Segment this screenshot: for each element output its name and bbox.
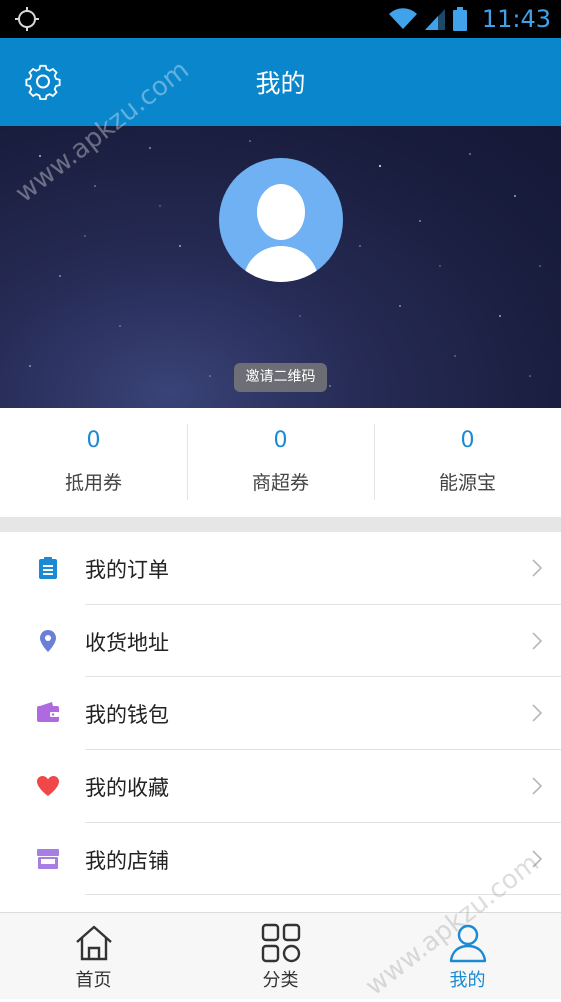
- location-pin-icon: [40, 629, 56, 652]
- tab-mine[interactable]: 我的: [374, 913, 561, 999]
- tab-label: 我的: [449, 970, 486, 991]
- menu-item-label: 我的订单: [85, 558, 169, 582]
- bottom-tab-bar: 首页 分类 我的: [0, 912, 561, 999]
- chevron-right-icon: [532, 704, 543, 722]
- chevron-right-icon: [532, 777, 543, 795]
- tab-category[interactable]: 分类: [187, 913, 374, 999]
- grid-icon: [261, 923, 301, 963]
- menu-list: 我的订单 收货地址 我的钱包 我的收藏 我的店铺: [0, 532, 561, 896]
- wallet-icon: [37, 702, 59, 723]
- app-header: 我的: [0, 38, 561, 126]
- menu-item-label: 我的钱包: [85, 703, 169, 728]
- home-icon: [76, 925, 112, 961]
- stat-coupon[interactable]: 0 抵用券: [0, 408, 187, 517]
- tab-label: 分类: [262, 970, 299, 991]
- page-title: 我的: [255, 69, 306, 98]
- stat-label: 抵用券: [64, 472, 122, 494]
- chevron-right-icon: [532, 850, 543, 868]
- status-bar: 11:43: [0, 0, 561, 38]
- stat-value: 0: [460, 428, 475, 453]
- heart-icon: [37, 776, 59, 797]
- stat-supermarket-coupon[interactable]: 0 商超券: [187, 408, 374, 517]
- location-icon: [15, 7, 39, 31]
- profile-banner: 邀请二维码: [0, 126, 561, 408]
- clipboard-icon: [39, 557, 57, 579]
- clock: 11:43: [481, 5, 551, 33]
- stats-row: 0 抵用券 0 商超券 0 能源宝: [0, 408, 561, 517]
- chevron-right-icon: [532, 632, 543, 650]
- signal-icon: [424, 9, 445, 30]
- tab-home[interactable]: 首页: [0, 913, 187, 999]
- menu-item-favorites[interactable]: 我的收藏: [0, 750, 561, 823]
- menu-item-store[interactable]: 我的店铺: [0, 823, 561, 896]
- divider: [85, 894, 561, 896]
- menu-item-label: 我的店铺: [85, 848, 169, 873]
- stat-value: 0: [86, 428, 101, 453]
- chevron-right-icon: [532, 559, 543, 577]
- avatar[interactable]: [219, 158, 343, 282]
- stat-value: 0: [273, 428, 288, 453]
- store-icon: [37, 848, 59, 869]
- menu-item-wallet[interactable]: 我的钱包: [0, 677, 561, 751]
- tab-label: 首页: [75, 970, 112, 991]
- stat-energy-treasure[interactable]: 0 能源宝: [374, 408, 561, 517]
- invite-qr-button[interactable]: 邀请二维码: [234, 363, 327, 392]
- stat-label: 能源宝: [438, 472, 496, 494]
- menu-item-label: 收货地址: [85, 630, 169, 655]
- menu-item-orders[interactable]: 我的订单: [0, 532, 561, 605]
- battery-icon: [452, 7, 467, 31]
- user-icon: [449, 924, 487, 963]
- menu-item-label: 我的收藏: [85, 776, 169, 801]
- menu-item-address[interactable]: 收货地址: [0, 605, 561, 678]
- section-divider: [0, 517, 561, 532]
- user-silhouette-icon: [243, 184, 319, 282]
- stat-label: 商超券: [251, 472, 309, 494]
- wifi-icon: [388, 8, 417, 30]
